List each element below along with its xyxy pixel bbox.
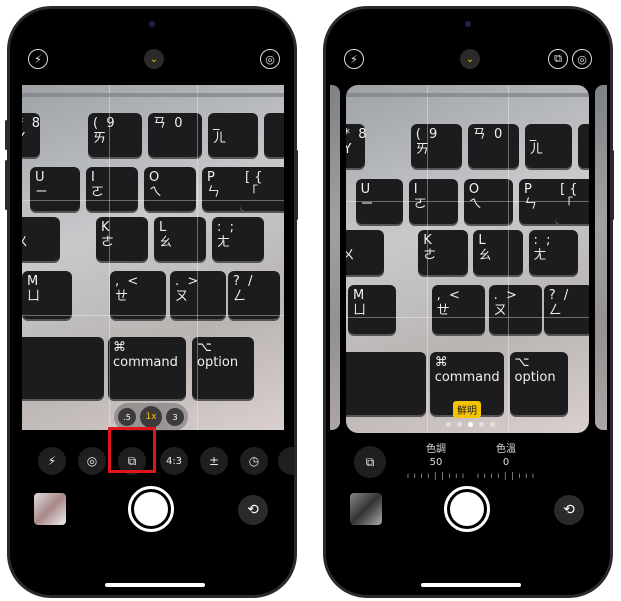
keyboard-key (22, 337, 104, 399)
shutter-button[interactable] (444, 486, 490, 532)
live-photo-button[interactable]: ◎ (78, 447, 106, 475)
flash-icon[interactable]: ⚡ (344, 49, 364, 69)
zoom-3-button[interactable]: 3 (166, 408, 184, 426)
keyboard-key: * 8 Y (346, 123, 367, 169)
style-name-badge: 鮮明 (453, 401, 481, 418)
chevron-down-icon[interactable]: ⌄ (144, 49, 164, 69)
photo-thumbnail[interactable] (34, 493, 66, 525)
keyboard-key: L ㄠ (154, 217, 206, 261)
grid-line (196, 85, 198, 430)
keyboard-key: M ㄩ (22, 271, 72, 319)
page-dot[interactable] (446, 422, 451, 427)
chevron-down-icon[interactable]: ⌄ (460, 49, 480, 69)
viewfinder[interactable]: * 8 Y( 9 ㄞㄢ 0 _ ㄦU ㄧI ㄛO ㄟP ㄣ[ { 「 J ㄨK … (346, 85, 589, 433)
flip-camera-icon[interactable]: ⟲ (554, 495, 584, 525)
grid-line (427, 85, 428, 433)
prev-style-preview[interactable] (330, 85, 340, 430)
warmth-label: 色溫 (496, 444, 516, 455)
keyboard-key: I ㄛ (86, 167, 138, 211)
warmth-value: 0 (502, 457, 510, 468)
keyboard-key: ? / ㄥ (228, 271, 280, 319)
tone-ticks[interactable]: ı ı ı ı | | ı ı ı (406, 469, 466, 482)
keyboard-key: ㄢ 0 (148, 113, 202, 157)
keyboard-key: ⌘ command (108, 337, 186, 399)
keyboard-key: [ { 「 (240, 167, 284, 211)
viewfinder[interactable]: * 8 Y( 9 ㄞㄢ 0 _ ㄦU ㄧI ㄛO ㄟP ㄣ[ { 「 J ㄨK … (22, 85, 284, 430)
photo-thumbnail[interactable] (350, 493, 382, 525)
front-camera (465, 21, 471, 27)
tone-label: 色調 (426, 444, 446, 455)
more-control[interactable] (278, 447, 294, 475)
warmth-ticks[interactable]: ı ı ı ı | | ı ı ı (476, 469, 536, 482)
keyboard-key: O ㄟ (144, 167, 196, 211)
keyboard-key (346, 352, 426, 416)
grid-line (109, 85, 111, 430)
flash-button[interactable]: ⚡ (38, 447, 66, 475)
page-dot[interactable] (479, 422, 484, 427)
page-dot[interactable] (490, 422, 495, 427)
keyboard-key: ⌥ option (192, 337, 254, 399)
grid-line (22, 315, 284, 316)
keyboard-key: ㄢ 0 (467, 123, 519, 169)
keyboard-key: J ㄨ (22, 217, 60, 261)
keyboard-key: K ㄜ (418, 229, 468, 275)
keyboard-key (264, 113, 284, 157)
keyboard-key: . > ㄡ (170, 271, 226, 319)
tone-dial[interactable]: 色調 50 ı ı ı ı | | ı ı ı (406, 443, 466, 482)
zoom-0.5-button[interactable]: .5 (118, 408, 136, 426)
next-style-preview[interactable] (595, 85, 607, 430)
exposure-button[interactable]: ± (200, 447, 228, 475)
grid-line (346, 317, 589, 318)
shutter-button[interactable] (128, 486, 174, 532)
home-indicator (421, 583, 521, 587)
front-camera (149, 21, 155, 27)
live-photo-off-icon[interactable]: ◎ (572, 49, 592, 69)
keyboard-key: . > ㄡ (488, 284, 542, 334)
grid-line (346, 201, 589, 202)
keyboard-key (577, 123, 589, 169)
flip-camera-icon[interactable]: ⟲ (238, 495, 268, 525)
keyboard-key: J ㄨ (346, 229, 385, 275)
timer-button[interactable]: ◷ (240, 447, 268, 475)
keyboard-key: : ; ㄤ (212, 217, 264, 261)
style-page-dots[interactable] (446, 422, 495, 427)
keyboard-key: _ ㄦ (208, 113, 258, 157)
live-photo-off-icon[interactable]: ◎ (260, 49, 280, 69)
phone-right: ⚡ ⌄ ⧉ ◎ * 8 Y( 9 ㄞㄢ 0 _ ㄦU ㄧI ㄛO ㄟP ㄣ[ {… (323, 6, 613, 598)
zoom-1x-button[interactable]: 1x (140, 406, 162, 428)
keyboard-key: ( 9 ㄞ (88, 113, 142, 157)
grid-line (22, 200, 284, 201)
keyboard-key: ( 9 ㄞ (410, 123, 462, 169)
keyboard-key: L ㄠ (473, 229, 523, 275)
keyboard-key: M ㄩ (348, 284, 396, 334)
photographic-styles-button[interactable]: ⧉ (354, 446, 386, 478)
keyboard-key: _ ㄦ (524, 123, 573, 169)
aspect-ratio-button[interactable]: 4:3 (160, 447, 188, 475)
photographic-styles-icon[interactable]: ⧉ (548, 49, 568, 69)
grid-line (508, 85, 509, 433)
keyboard-key: K ㄜ (96, 217, 148, 261)
keyboard-key: : ; ㄤ (528, 229, 578, 275)
keyboard-key: ? / ㄥ (543, 284, 589, 334)
home-indicator (105, 583, 205, 587)
tone-value: 50 (429, 457, 443, 468)
keyboard-key: U ㄧ (30, 167, 80, 211)
keyboard-key: ⌥ option (509, 352, 569, 416)
highlight-box (108, 427, 156, 473)
keyboard-key: * 8 Y (22, 113, 40, 157)
warmth-dial[interactable]: 色溫 0 ı ı ı ı | | ı ı ı (476, 443, 536, 482)
flash-icon[interactable]: ⚡ (28, 49, 48, 69)
page-dot[interactable] (468, 422, 473, 427)
keyboard-key: , < ㄝ (110, 271, 166, 319)
phone-left: ⚡ ⌄ ◎ * 8 Y( 9 ㄞㄢ 0 _ ㄦU ㄧI ㄛO ㄟP ㄣ[ { 「… (7, 6, 297, 598)
keyboard-key: , < ㄝ (431, 284, 485, 334)
page-dot[interactable] (457, 422, 462, 427)
